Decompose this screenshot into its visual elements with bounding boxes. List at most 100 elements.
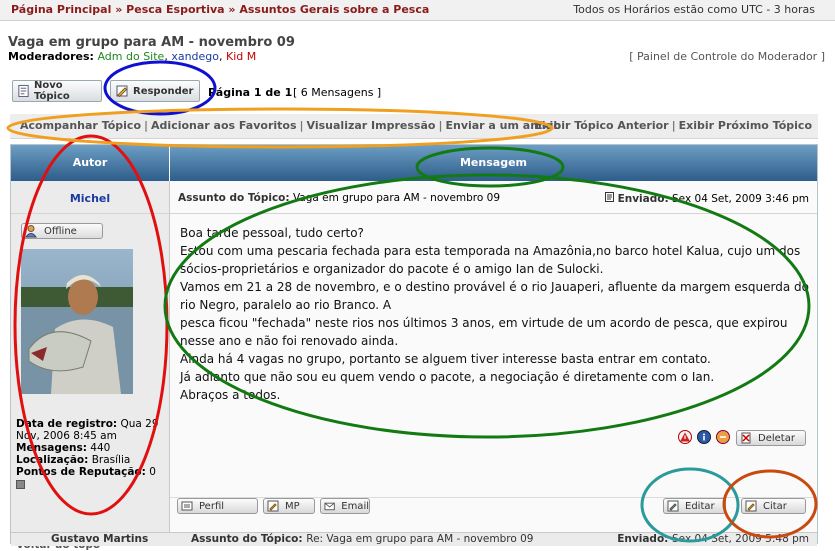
post-document-icon (605, 192, 615, 202)
post-subject: Assunto do Tópico: Vaga em grupo para AM… (178, 192, 500, 204)
next-subject-text: Re: Vaga em grupo para AM - novembro 09 (306, 533, 534, 545)
new-topic-icon (18, 84, 29, 98)
post-body: Boa tarde pessoal, tudo certo? Estou com… (180, 224, 810, 404)
reply-button[interactable]: Responder (110, 80, 200, 102)
next-post-author[interactable]: Gustavo Martins (51, 533, 148, 545)
add-favorites-link[interactable]: Adicionar aos Favoritos (151, 119, 296, 132)
pencil-icon (116, 85, 128, 98)
quote-icon (745, 500, 757, 512)
reputation: 0 (149, 466, 156, 478)
post-date: Enviado: Sex 04 Set, 2009 3:46 pm (605, 192, 809, 205)
topic-toolbar: Acompanhar Tópico | Adicionar aos Favorito… (10, 114, 818, 139)
profile-label: Perfil (199, 500, 225, 512)
moderator-panel-link[interactable]: [ Painel de Controle do Moderador ] (629, 50, 825, 63)
breadcrumb-home[interactable]: Página Principal (11, 3, 111, 16)
breadcrumb: Página Principal » Pesca Esportiva » Ass… (11, 3, 429, 16)
info-symbol (703, 433, 705, 441)
post-line: Ainda há 4 vagas no grupo, portanto se a… (180, 352, 711, 366)
next-sent-date: Sex 04 Set, 2009 5:48 pm (672, 533, 809, 545)
location: Brasília (91, 454, 131, 466)
edit-icon (667, 500, 679, 512)
profile-button[interactable]: Perfil (177, 498, 258, 514)
subject-text: Vaga em grupo para AM - novembro 09 (292, 192, 501, 204)
moderator-xandego[interactable]: xandego (171, 50, 219, 63)
reply-label: Responder (133, 85, 194, 97)
email-label: Email (341, 500, 369, 512)
email-icon (324, 502, 335, 511)
sent-date: Sex 04 Set, 2009 3:46 pm (672, 193, 809, 205)
post-line: Vamos em 21 a 28 de novembro, e o destin… (180, 280, 809, 312)
next-subject-label: Assunto do Tópico: (191, 533, 303, 545)
user-offline-icon (25, 225, 37, 238)
topic-title[interactable]: Vaga em grupo para AM - novembro 09 (8, 35, 295, 50)
delete-icon (741, 432, 751, 444)
breadcrumb-separator: » (115, 3, 123, 16)
breadcrumb-pesca-esportiva[interactable]: Pesca Esportiva (126, 3, 224, 16)
quote-label: Citar (763, 500, 787, 512)
breadcrumb-bar: Página Principal » Pesca Esportiva » Ass… (0, 0, 835, 21)
user-avatar (21, 249, 133, 394)
post-table: Autor Mensagem Michel Offline Data de re… (10, 144, 818, 551)
email-button[interactable]: Email (320, 498, 370, 514)
author-info: Data de registro: Qua 29 Nov, 2006 8:45 … (16, 418, 166, 492)
avatar-photo (21, 249, 133, 394)
next-topic-link[interactable]: Exibir Próximo Tópico (679, 119, 812, 132)
previous-topic-link[interactable]: Exibir Tópico Anterior (535, 119, 669, 132)
author-column-header: Autor (11, 145, 169, 181)
next-post-subject: Assunto do Tópico: Re: Vaga em grupo par… (191, 533, 534, 545)
edit-label: Editar (685, 500, 715, 512)
author-panel: Michel Offline Data de registro: Qua 29 … (11, 181, 170, 551)
next-post-date: Enviado: Sex 04 Set, 2009 5:48 pm (617, 533, 809, 545)
breadcrumb-separator: » (228, 3, 236, 16)
message-column-header: Mensagem (170, 145, 817, 181)
post-count: 440 (90, 442, 111, 454)
report-icon[interactable] (678, 430, 692, 444)
delete-button[interactable]: Deletar (736, 430, 806, 446)
moderator-adm[interactable]: Adm do Site (97, 50, 164, 63)
toolbar-separator: | (299, 119, 304, 132)
print-view-link[interactable]: Visualizar Impressão (307, 119, 436, 132)
reputation-label: Pontos de Reputação: (16, 466, 146, 478)
post-line: Já adianto que não sou eu quem vendo o p… (180, 370, 715, 384)
message-panel: Assunto do Tópico: Vaga em grupo para AM… (170, 181, 817, 545)
pm-icon (267, 500, 279, 512)
delete-label: Deletar (758, 432, 795, 444)
status-label: Offline (44, 225, 77, 237)
new-topic-button[interactable]: Novo Tópico (12, 80, 102, 102)
subject-label: Assunto do Tópico: (178, 192, 290, 204)
edit-button[interactable]: Editar (663, 498, 726, 514)
new-topic-label: Novo Tópico (34, 80, 70, 102)
warn-user-icon[interactable] (716, 430, 730, 444)
toolbar-separator: | (144, 119, 149, 132)
message-count: [ 6 Mensagens ] (293, 86, 382, 99)
post-header: Assunto do Tópico: Vaga em grupo para AM… (170, 181, 817, 214)
offline-status: Offline (21, 223, 103, 239)
post-line: pesca ficou "fechada" neste rios nos últ… (180, 316, 788, 348)
location-label: Localização: (16, 454, 89, 466)
next-sent-label: Enviado: (617, 533, 669, 545)
timezone-info: Todos os Horários estão como UTC - 3 hor… (573, 3, 815, 16)
reputation-square-icon (16, 480, 25, 489)
info-icon[interactable] (697, 430, 711, 444)
post-line: Estou com uma pescaria fechada para esta… (180, 244, 801, 276)
reg-date-label: Data de registro: (16, 418, 118, 430)
pm-label: MP (285, 500, 300, 512)
quote-button[interactable]: Citar (741, 498, 806, 514)
minus-symbol (720, 436, 726, 438)
sent-label: Enviado: (617, 193, 669, 205)
post-count-label: Mensagens: (16, 442, 87, 454)
breadcrumb-assuntos-gerais[interactable]: Assuntos Gerais sobre a Pesca (239, 3, 429, 16)
watch-topic-link[interactable]: Acompanhar Tópico (20, 119, 141, 132)
toolbar-separator: | (671, 119, 676, 132)
page-info: Página 1 de 1 (208, 86, 293, 99)
post-line: Abraços a todos. (180, 388, 281, 402)
post-line: Boa tarde pessoal, tudo certo? (180, 226, 364, 240)
post-author[interactable]: Michel (11, 192, 169, 205)
moderators-label: Moderadores: (8, 50, 94, 63)
toolbar-separator: | (438, 119, 443, 132)
pm-button[interactable]: MP (263, 498, 315, 514)
author-divider (11, 213, 169, 214)
moderator-kid-m[interactable]: Kid M (226, 50, 256, 63)
warning-triangle (680, 432, 690, 442)
moderators: Moderadores: Adm do Site, xandego, Kid M (8, 50, 257, 63)
